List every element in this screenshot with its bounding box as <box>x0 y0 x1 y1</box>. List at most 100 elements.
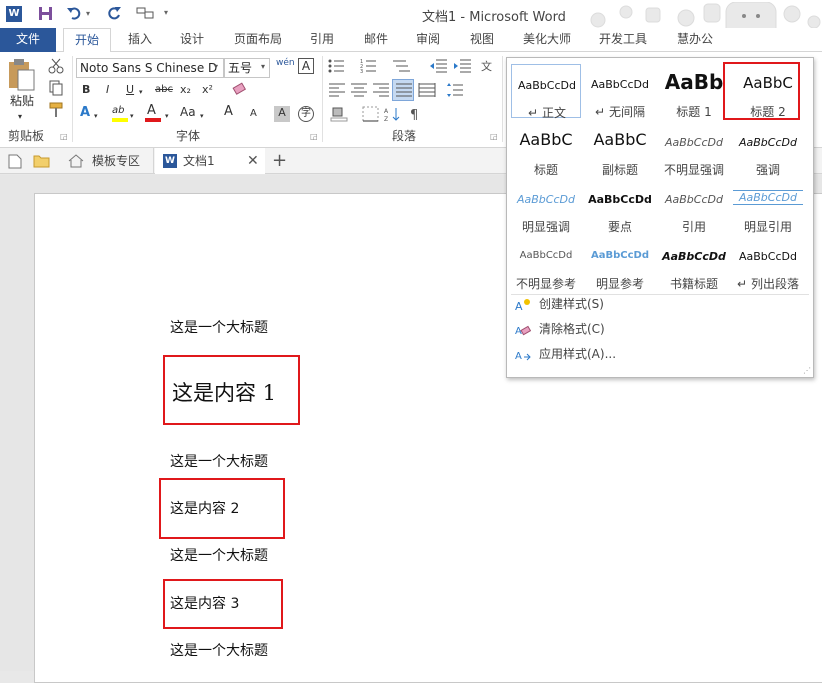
style-book-title[interactable]: AaBbCcDd 书籍标题 <box>659 236 729 291</box>
enclose-char-button[interactable]: 字 <box>298 106 314 122</box>
undo-dropdown-icon[interactable]: ▾ <box>86 9 90 18</box>
paragraph-launcher-icon[interactable]: ◲ <box>490 132 498 141</box>
font-color-dropdown-icon[interactable]: ▾ <box>165 109 169 123</box>
shrink-font-button[interactable]: A <box>250 107 257 121</box>
tab-document1[interactable]: W 文档1 ✕ <box>155 148 265 174</box>
tab-template-zone[interactable]: 模板专区 <box>60 148 154 174</box>
font-family-select[interactable]: Noto Sans S Chinese D <box>76 58 224 78</box>
tab-insert[interactable]: 插入 <box>118 28 162 52</box>
style-strong[interactable]: AaBbCcDd 要点 <box>585 179 655 234</box>
style-emphasis[interactable]: AaBbCcDd 强调 <box>733 122 803 177</box>
new-tab-icon[interactable]: + <box>272 150 287 171</box>
tab-huibangong[interactable]: 慧办公 <box>668 28 722 52</box>
font-family-dropdown-icon[interactable]: ▾ <box>214 62 218 71</box>
style-subtitle[interactable]: AaBbC 副标题 <box>585 122 655 177</box>
tab-home[interactable]: 开始 <box>63 28 111 53</box>
doc-heading-2[interactable]: 这是一个大标题 <box>170 451 268 471</box>
align-left-icon[interactable] <box>328 82 346 98</box>
phonetic-guide-button[interactable]: wén <box>276 56 295 70</box>
underline-dropdown-icon[interactable]: ▾ <box>139 85 143 99</box>
borders-icon[interactable] <box>362 106 380 122</box>
tab-layout[interactable]: 页面布局 <box>226 28 290 52</box>
show-marks-icon[interactable]: ¶ <box>408 106 424 122</box>
line-spacing-icon[interactable] <box>446 82 464 98</box>
style-intense-emphasis[interactable]: AaBbCcDd 明显强调 <box>511 179 581 234</box>
style-heading-1[interactable]: AaBb 标题 1 <box>659 64 729 119</box>
doc-heading-4[interactable]: 这是一个大标题 <box>170 640 268 660</box>
clipboard-launcher-icon[interactable]: ◲ <box>60 132 68 141</box>
numbering-icon[interactable]: 123 <box>360 58 382 74</box>
clipboard-group-label: 剪贴板 <box>8 129 45 143</box>
copy-icon[interactable] <box>48 80 64 96</box>
doc-heading-1[interactable]: 这是一个大标题 <box>170 317 268 337</box>
change-case-button[interactable]: Aa <box>180 105 196 119</box>
style-list-paragraph[interactable]: AaBbCcDd ↵ 列出段落 <box>733 236 803 291</box>
style-subtle-reference[interactable]: AaBbCcDd 不明显参考 <box>511 236 581 291</box>
style-intense-reference[interactable]: AaBbCcDd 明显参考 <box>585 236 655 291</box>
tab-developer[interactable]: 开发工具 <box>590 28 656 52</box>
paste-icon[interactable] <box>6 58 36 92</box>
tab-review[interactable]: 审阅 <box>406 28 450 52</box>
char-shading-button[interactable]: A <box>274 106 290 122</box>
tab-file[interactable]: 文件 <box>0 28 56 52</box>
shading-icon[interactable] <box>330 106 350 122</box>
tab-view[interactable]: 视图 <box>458 28 506 52</box>
undo-icon[interactable] <box>66 5 82 21</box>
clear-format-item[interactable]: A 清除格式(C) <box>515 318 605 340</box>
change-case-dropdown-icon[interactable]: ▾ <box>200 109 204 123</box>
italic-button[interactable]: I <box>106 83 109 97</box>
tab-references[interactable]: 引用 <box>300 28 344 52</box>
strikethrough-button[interactable]: abc <box>155 83 173 97</box>
qat-dropdown-icon[interactable]: ▾ <box>164 8 168 17</box>
font-size-dropdown-icon[interactable]: ▾ <box>261 62 265 71</box>
cut-icon[interactable] <box>48 58 64 74</box>
paste-button[interactable]: 粘贴 <box>10 94 34 108</box>
bold-button[interactable]: B <box>82 83 90 97</box>
style-normal[interactable]: AaBbCcDd ↵ 正文 <box>511 64 581 120</box>
justify-button[interactable] <box>392 79 414 101</box>
multilevel-list-icon[interactable] <box>392 58 414 74</box>
doc-heading-3[interactable]: 这是一个大标题 <box>170 545 268 565</box>
customize-qat-icon[interactable] <box>136 7 154 20</box>
chinese-layout-icon[interactable]: 文 <box>480 58 496 74</box>
font-launcher-icon[interactable]: ◲ <box>310 132 318 141</box>
highlight-button[interactable]: ab <box>112 104 124 118</box>
underline-button[interactable]: U <box>126 83 134 97</box>
format-painter-icon[interactable] <box>48 102 64 118</box>
style-intense-quote[interactable]: AaBbCcDd 明显引用 <box>733 179 803 234</box>
distributed-icon[interactable] <box>418 82 436 98</box>
decrease-indent-icon[interactable] <box>430 58 448 74</box>
text-effects-dropdown-icon[interactable]: ▾ <box>94 109 98 123</box>
new-doc-icon[interactable] <box>8 154 22 169</box>
font-color-button[interactable]: A <box>147 104 156 118</box>
align-center-icon[interactable] <box>350 82 368 98</box>
tab-design[interactable]: 设计 <box>170 28 214 52</box>
apply-style-item[interactable]: A 应用样式(A)... <box>515 343 616 365</box>
svg-text:A: A <box>515 351 522 362</box>
align-right-icon[interactable] <box>372 82 390 98</box>
sort-icon[interactable]: AZ <box>384 106 400 122</box>
highlight-dropdown-icon[interactable]: ▾ <box>130 109 134 123</box>
tab-beautify[interactable]: 美化大师 <box>514 28 580 52</box>
superscript-button[interactable]: x² <box>202 83 213 97</box>
text-effects-button[interactable]: A <box>80 106 90 120</box>
style-quote[interactable]: AaBbCcDd 引用 <box>659 179 729 234</box>
clear-formatting-icon[interactable] <box>232 82 248 98</box>
redo-icon[interactable] <box>106 5 122 21</box>
create-style-item[interactable]: A 创建样式(S) <box>515 293 604 315</box>
char-border-button[interactable]: A <box>298 58 314 74</box>
style-subtle-emphasis[interactable]: AaBbCcDd 不明显强调 <box>659 122 729 177</box>
subscript-button[interactable]: x₂ <box>180 83 191 97</box>
increase-indent-icon[interactable] <box>454 58 472 74</box>
open-folder-icon[interactable] <box>33 154 50 168</box>
save-icon[interactable] <box>38 6 53 21</box>
tab-mailings[interactable]: 邮件 <box>354 28 398 52</box>
paste-dropdown-icon[interactable]: ▾ <box>18 110 22 124</box>
style-title[interactable]: AaBbC 标题 <box>511 122 581 177</box>
resize-grip-icon[interactable]: ⋰ <box>803 366 811 375</box>
style-no-spacing[interactable]: AaBbCcDd ↵ 无间隔 <box>585 64 655 119</box>
word-app-icon[interactable]: W <box>6 6 22 22</box>
grow-font-button[interactable]: A <box>224 105 233 119</box>
bullets-icon[interactable] <box>328 58 350 74</box>
close-tab-icon[interactable]: ✕ <box>247 153 259 169</box>
